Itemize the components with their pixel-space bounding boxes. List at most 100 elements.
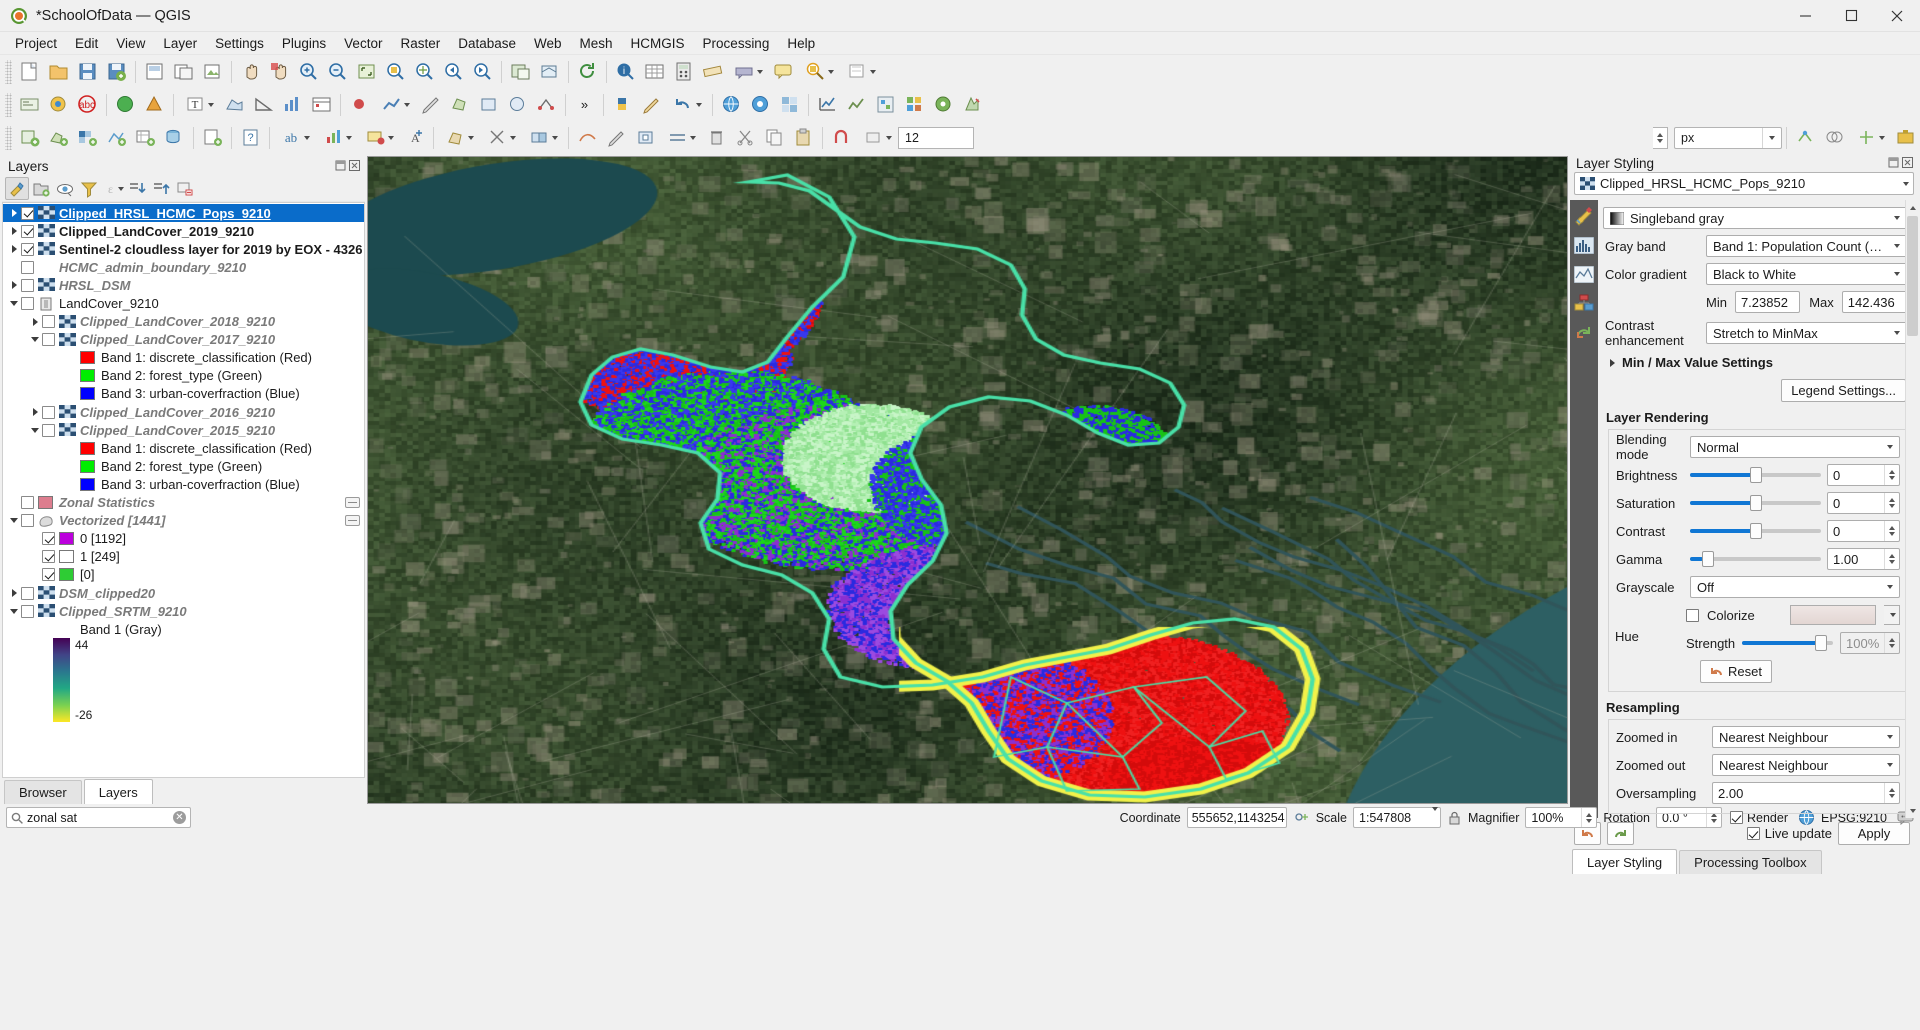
refresh-icon[interactable] <box>574 58 601 85</box>
layer-visibility-checkbox[interactable] <box>21 242 34 256</box>
layer-tree-row[interactable]: Band 2: forest_type (Green) <box>3 457 364 475</box>
layers-tree[interactable]: Clipped_HRSL_HCMC_Pops_9210 Clipped_LandC… <box>2 202 365 778</box>
measure-line-icon[interactable] <box>699 58 726 85</box>
layer-edit-button[interactable] <box>345 515 360 527</box>
tolerance-up-icon[interactable] <box>1657 132 1663 137</box>
chevron-down-icon[interactable] <box>1880 445 1897 449</box>
scrollbar-thumb[interactable] <box>1907 216 1918 336</box>
chevron-down-icon[interactable] <box>1887 272 1904 276</box>
strength-slider[interactable] <box>1742 634 1833 652</box>
layer-tree-row[interactable]: HCMC_admin_boundary_9210 <box>3 258 364 276</box>
processing-toolbox-icon[interactable] <box>1892 124 1919 151</box>
collapse-all-icon[interactable] <box>149 177 173 200</box>
chevron-down-icon[interactable] <box>1880 585 1897 589</box>
gamma-stepper[interactable]: 1.00 <box>1827 548 1900 570</box>
oversampling-stepper[interactable]: 2.00 <box>1712 782 1900 804</box>
zoom-full-icon[interactable] <box>353 58 380 85</box>
plugin-grid-icon[interactable] <box>901 91 928 118</box>
pan-to-selection-icon[interactable] <box>266 58 293 85</box>
chevron-down-icon[interactable] <box>28 332 42 348</box>
magnifier-up-icon[interactable] <box>1586 812 1593 817</box>
pin-labels-icon[interactable] <box>359 124 399 151</box>
add-part-icon[interactable] <box>603 124 630 151</box>
styling-layer-selector[interactable]: Clipped_HRSL_HCMC_Pops_9210 <box>1574 172 1914 195</box>
toolbar-overflow-icon[interactable]: » <box>571 91 598 118</box>
chevron-down-icon[interactable] <box>1880 763 1897 767</box>
expand-all-icon[interactable] <box>125 177 149 200</box>
live-update-checkbox[interactable] <box>1746 827 1760 840</box>
minimize-button[interactable] <box>1782 0 1828 32</box>
paintbrush-icon[interactable] <box>1573 206 1595 226</box>
circle-tool-icon[interactable] <box>504 91 531 118</box>
colorize-color-button[interactable] <box>1790 605 1876 625</box>
layer-tree-row[interactable]: Clipped_HRSL_HCMC_Pops_9210 <box>3 204 364 223</box>
add-polygon-feature-icon[interactable] <box>439 124 479 151</box>
delete-selected-icon[interactable] <box>703 124 730 151</box>
menu-plugins[interactable]: Plugins <box>273 32 335 55</box>
new-3d-map-view-icon[interactable] <box>536 58 563 85</box>
layer-tree-row[interactable]: Band 1: discrete_classification (Red) <box>3 349 364 367</box>
chevron-down-icon[interactable] <box>1880 735 1897 739</box>
chevron-down-icon[interactable] <box>1887 331 1904 335</box>
filter-legend-expression-icon[interactable]: ε <box>101 177 125 200</box>
layer-tree-row[interactable]: Band 1 (Gray) <box>3 620 364 638</box>
grayscale-combo[interactable]: Off <box>1690 576 1900 598</box>
measure-angle-icon[interactable] <box>250 91 277 118</box>
menu-web[interactable]: Web <box>525 32 571 55</box>
pyramids-icon[interactable] <box>1573 293 1595 313</box>
paste-features-icon[interactable] <box>790 124 817 151</box>
layer-tree-row[interactable]: Clipped_SRTM_9210 <box>3 602 364 620</box>
stepper-up-icon[interactable] <box>1889 526 1895 530</box>
coordinate-field[interactable]: 555652,1143254 <box>1186 807 1287 828</box>
toggle-extents-icon[interactable] <box>1293 809 1310 826</box>
save-project-as-icon[interactable] <box>103 58 130 85</box>
menu-processing[interactable]: Processing <box>694 32 779 55</box>
chevron-down-icon[interactable] <box>1762 127 1778 148</box>
stepper-up-icon[interactable] <box>1889 554 1895 558</box>
new-print-layout-icon[interactable] <box>141 58 168 85</box>
open-attribute-table-icon[interactable] <box>641 58 668 85</box>
tab-processing-toolbox[interactable]: Processing Toolbox <box>1679 850 1822 874</box>
chevron-down-icon[interactable] <box>7 603 21 619</box>
save-project-icon[interactable] <box>74 58 101 85</box>
add-feature-line-icon[interactable] <box>375 91 415 118</box>
stepper-up-icon[interactable] <box>1889 498 1895 502</box>
undo-redo-icon[interactable] <box>1573 322 1595 342</box>
text-annotation-icon[interactable]: T <box>179 91 219 118</box>
new-map-view-icon[interactable] <box>507 58 534 85</box>
add-raster-layer-icon[interactable] <box>74 124 101 151</box>
layer-tree-row[interactable]: Vectorized [1441] <box>3 512 364 530</box>
chevron-down-icon[interactable] <box>28 422 42 438</box>
symbol-icon[interactable] <box>141 91 168 118</box>
chevron-right-icon[interactable] <box>7 585 21 601</box>
layer-tree-row[interactable]: Zonal Statistics <box>3 494 364 512</box>
topological-editing-icon[interactable] <box>1792 124 1819 151</box>
measure-area-icon[interactable] <box>221 91 248 118</box>
snapping-options-icon[interactable] <box>1850 124 1890 151</box>
manage-layer-visibility-icon[interactable] <box>53 177 77 200</box>
field-calculator-icon[interactable] <box>670 58 697 85</box>
scale-combo[interactable]: 1:547808 <box>1353 806 1441 828</box>
transparency-icon[interactable] <box>1573 264 1595 284</box>
zoom-to-layer-icon[interactable] <box>411 58 438 85</box>
label-settings-icon[interactable]: ab <box>275 124 315 151</box>
gamma-slider[interactable] <box>1690 550 1821 568</box>
contrast-stepper[interactable]: 0 <box>1827 520 1900 542</box>
avoid-overlap-icon[interactable] <box>1821 124 1848 151</box>
select-features-icon[interactable] <box>799 58 839 85</box>
zoom-next-icon[interactable] <box>469 58 496 85</box>
layer-tree-row[interactable]: Clipped_LandCover_2019_9210 <box>3 222 364 240</box>
undock-icon[interactable] <box>335 159 346 174</box>
layer-visibility-checkbox[interactable] <box>42 568 55 582</box>
toolbar-grip-2[interactable] <box>5 92 12 117</box>
chevron-right-icon[interactable] <box>7 241 21 257</box>
undo-toolbar-icon[interactable] <box>667 91 707 118</box>
layer-visibility-checkbox[interactable] <box>42 315 55 329</box>
map-render-surface[interactable] <box>368 157 1567 803</box>
python-console-icon[interactable] <box>609 91 636 118</box>
colorize-checkbox[interactable] <box>1686 608 1699 622</box>
map-canvas[interactable] <box>367 156 1568 804</box>
plugin-manager-icon[interactable] <box>872 91 899 118</box>
rotation-down-icon[interactable] <box>1710 818 1717 823</box>
magnifier-stepper[interactable]: 100% <box>1525 807 1598 828</box>
